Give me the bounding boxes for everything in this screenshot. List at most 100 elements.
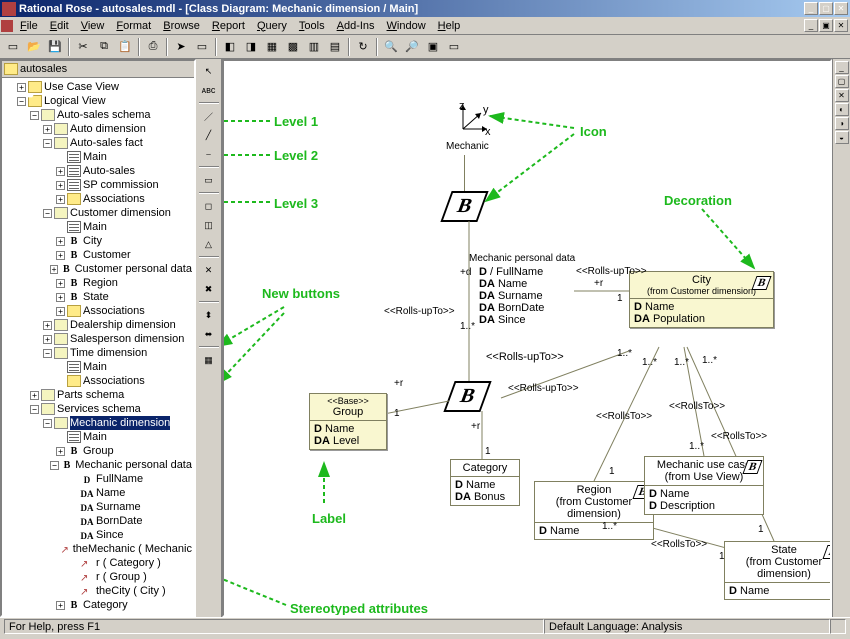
tree-item[interactable]: +Use Case View [4, 80, 192, 94]
tree-item[interactable]: +Salesperson dimension [4, 332, 192, 346]
expand-icon[interactable]: − [30, 405, 39, 414]
palette-box-button[interactable]: ▭ [199, 171, 219, 189]
palette-x3-button[interactable]: ⬍ [199, 306, 219, 324]
menu-tools[interactable]: Tools [293, 19, 331, 33]
diagram-canvas[interactable]: Level 1 Level 2 Level 3 Icon Decoration … [222, 59, 832, 617]
expand-icon[interactable]: + [56, 181, 65, 190]
tree-item[interactable]: +SP commission [4, 178, 192, 192]
expand-icon[interactable]: + [56, 307, 65, 316]
expand-icon[interactable]: − [43, 139, 52, 148]
tree-item[interactable]: r ( Category ) [4, 556, 192, 570]
tree-item[interactable]: −Services schema [4, 402, 192, 416]
palette-x4-button[interactable]: ⬌ [199, 325, 219, 343]
tree-item[interactable]: +BRegion [4, 276, 192, 290]
expand-icon[interactable]: + [56, 237, 65, 246]
toolbar-arrow-button[interactable]: ➤ [171, 37, 191, 57]
expand-icon[interactable]: − [43, 349, 52, 358]
menu-help[interactable]: Help [432, 19, 467, 33]
toolbar-fit-button[interactable]: ▣ [423, 37, 443, 57]
palette-line3-button[interactable]: ⎯ [199, 145, 219, 163]
palette-x1-button[interactable]: ✕ [199, 261, 219, 279]
tree-item[interactable]: theCity ( City ) [4, 584, 192, 598]
close-button[interactable]: ✕ [834, 2, 848, 15]
menu-add-ins[interactable]: Add-Ins [331, 19, 381, 33]
sidebar-btn-0[interactable]: _ [835, 61, 849, 74]
toolbar-paste-button[interactable]: 📋 [115, 37, 135, 57]
palette-gen-button[interactable]: △ [199, 235, 219, 253]
tree-item[interactable]: +Dealership dimension [4, 318, 192, 332]
toolbar-save-button[interactable]: 💾 [45, 37, 65, 57]
toolbar-a4-button[interactable]: ▩ [283, 37, 303, 57]
toolbar-new-button[interactable]: ▭ [3, 37, 23, 57]
region-class[interactable]: Region(from Customer dimension) D Name B [534, 481, 654, 540]
menu-window[interactable]: Window [381, 19, 432, 33]
tree-item[interactable]: +Auto dimension [4, 122, 192, 136]
expand-icon[interactable]: − [43, 209, 52, 218]
group-class[interactable]: <<Base>>Group D NameDA Level [309, 393, 387, 450]
tree-item[interactable]: −BMechanic personal data [4, 458, 192, 472]
tree-panel[interactable]: autosales +Use Case View−Logical View−Au… [0, 59, 196, 617]
toolbar-copy-button[interactable]: ⧉ [94, 37, 114, 57]
palette-line2-button[interactable]: ╱ [199, 126, 219, 144]
category-class[interactable]: Category D NameDA Bonus [450, 459, 520, 506]
tree-item[interactable]: +BCustomer personal data [4, 262, 192, 276]
toolbar-open-button[interactable]: 📂 [24, 37, 44, 57]
expand-icon[interactable]: + [17, 83, 26, 92]
menu-browse[interactable]: Browse [157, 19, 206, 33]
tree-item[interactable]: Main [4, 150, 192, 164]
expand-icon[interactable]: − [50, 461, 58, 470]
tree-item[interactable]: −Auto-sales schema [4, 108, 192, 122]
toolbar-zout-button[interactable]: 🔎 [402, 37, 422, 57]
sidebar-btn-5[interactable]: ◒ [835, 131, 849, 144]
expand-icon[interactable]: + [56, 167, 65, 176]
toolbar-a3-button[interactable]: ▦ [262, 37, 282, 57]
tree-item[interactable]: −Auto-sales fact [4, 136, 192, 150]
palette-line1-button[interactable]: ／ [199, 107, 219, 125]
tree-item[interactable]: r ( Group ) [4, 570, 192, 584]
tree-item[interactable]: +Auto-sales [4, 164, 192, 178]
tree-item[interactable]: DAName [4, 486, 192, 500]
menu-file[interactable]: File [14, 19, 44, 33]
expand-icon[interactable]: + [43, 335, 52, 344]
sidebar-btn-3[interactable]: ◐ [835, 103, 849, 116]
mechanic-usecase-class[interactable]: Mechanic use case(from Use View) D NameD… [644, 456, 764, 515]
toolbar-reload-button[interactable]: ↻ [353, 37, 373, 57]
tree-item[interactable]: +Parts schema [4, 388, 192, 402]
palette-pointer-button[interactable]: ↖ [199, 62, 219, 80]
expand-icon[interactable]: + [56, 293, 65, 302]
tree-item[interactable]: +BCategory [4, 598, 192, 612]
toolbar-zin-button[interactable]: 🔍 [381, 37, 401, 57]
menu-report[interactable]: Report [206, 19, 251, 33]
menu-query[interactable]: Query [251, 19, 293, 33]
tree-item[interactable]: −Time dimension [4, 346, 192, 360]
expand-icon[interactable]: − [17, 97, 26, 106]
tree-item[interactable]: +BGroup [4, 444, 192, 458]
tree-item[interactable]: +BCity [4, 234, 192, 248]
mdi-restore-button[interactable]: ▣ [819, 19, 833, 32]
tree-item[interactable]: Main [4, 360, 192, 374]
sidebar-btn-2[interactable]: ✕ [835, 89, 849, 102]
tree-item[interactable]: +Associations [4, 304, 192, 318]
sidebar-btn-1[interactable]: ▢ [835, 75, 849, 88]
toolbar-a5-button[interactable]: ▥ [304, 37, 324, 57]
expand-icon[interactable]: + [56, 195, 65, 204]
expand-icon[interactable]: − [43, 419, 52, 428]
palette-gr-button[interactable]: ▦ [199, 351, 219, 369]
toolbar-a1-button[interactable]: ◧ [220, 37, 240, 57]
expand-icon[interactable]: + [30, 391, 39, 400]
menu-view[interactable]: View [75, 19, 111, 33]
menu-edit[interactable]: Edit [44, 19, 75, 33]
menu-format[interactable]: Format [110, 19, 157, 33]
tree-item[interactable]: DFullName [4, 472, 192, 486]
expand-icon[interactable]: − [30, 111, 39, 120]
tree-item[interactable]: −Mechanic dimension [4, 416, 192, 430]
toolbar-win-button[interactable]: ▭ [444, 37, 464, 57]
toolbar-box-button[interactable]: ▭ [192, 37, 212, 57]
tree-item[interactable]: +BCustomer [4, 248, 192, 262]
expand-icon[interactable]: + [56, 601, 65, 610]
tree-item[interactable]: Main [4, 220, 192, 234]
personal-b-box[interactable]: B [443, 381, 492, 412]
palette-open-button[interactable]: ◻ [199, 197, 219, 215]
mdi-icon[interactable] [1, 20, 13, 32]
mdi-close-button[interactable]: ✕ [834, 19, 848, 32]
